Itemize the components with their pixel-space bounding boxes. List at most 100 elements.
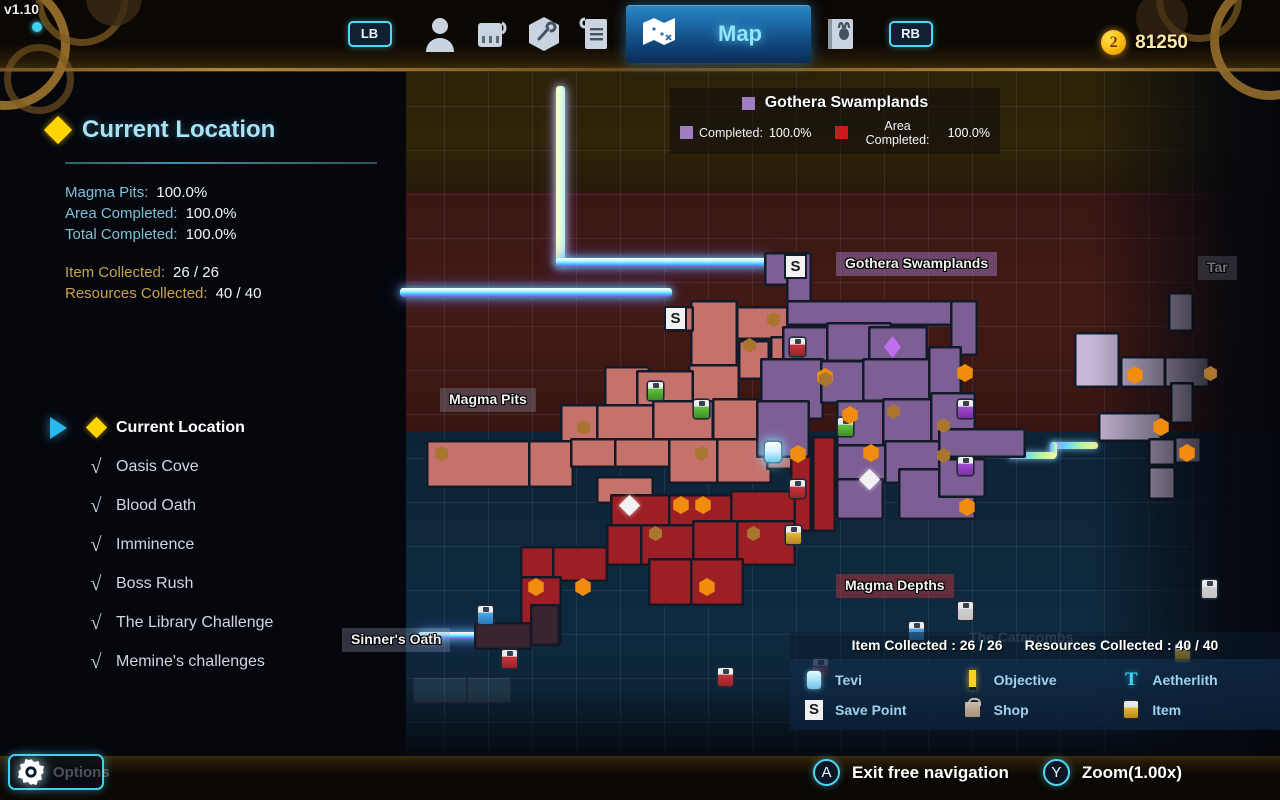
tab-bestiary[interactable] — [815, 8, 867, 60]
options-button[interactable]: Options — [8, 754, 110, 790]
map-room — [862, 358, 934, 402]
nav-item-label: Imminence — [116, 535, 195, 553]
map-item-icon — [694, 400, 709, 418]
map-icon — [640, 15, 678, 54]
legend-entry-item: Item — [1121, 699, 1280, 720]
tooltip-title-row: Gothera Swamplands — [680, 93, 990, 114]
map-item-icon — [786, 526, 801, 544]
objective-icon — [963, 669, 983, 690]
map-save-point-icon: S — [786, 256, 805, 277]
map-room — [668, 438, 722, 484]
legend-entry-shop: Shop — [963, 698, 1122, 720]
map-path-upper — [556, 258, 771, 267]
legend-entry-objective: Objective — [963, 669, 1122, 690]
map-room — [836, 478, 884, 520]
check-icon: √ — [90, 572, 102, 595]
options-label: Options — [53, 763, 110, 781]
stat-row: Resources Collected: 40 / 40 — [65, 285, 261, 302]
nav-item-label: The Library Challenge — [116, 613, 274, 631]
stat-value: 100.0% — [156, 184, 208, 201]
map-item-icon — [958, 457, 973, 475]
legend-label: Tevi — [835, 671, 862, 688]
nav-item-label: Blood Oath — [116, 496, 197, 514]
legend-label: Aetherlith — [1152, 671, 1218, 688]
coin-icon: 2 — [1101, 30, 1127, 55]
legend-item-count: Item Collected : 26 / 26 — [851, 637, 1003, 653]
stat-value: 26 / 26 — [173, 264, 219, 281]
map-room — [648, 558, 696, 606]
nav-item-memines-challenges[interactable]: √ Memine's challenges — [40, 642, 370, 681]
sidebar-header: Current Location — [43, 115, 276, 145]
y-button-icon: Y — [1042, 759, 1070, 786]
map-item-icon — [958, 400, 973, 418]
stat-label: Magma Pits: — [65, 184, 149, 201]
check-icon: √ — [90, 611, 102, 634]
map-room — [530, 604, 560, 646]
tab-equipment[interactable] — [466, 8, 518, 60]
nav-item-boss-rush[interactable]: √ Boss Rush — [40, 564, 370, 603]
tooltip-completed-label: Completed: — [699, 125, 763, 140]
quest-scroll-icon — [578, 16, 613, 52]
character-icon — [423, 16, 457, 52]
hint-label: Zoom(1.00x) — [1081, 763, 1182, 782]
a-button-icon: A — [813, 759, 841, 786]
tooltip-completed-value: 100.0% — [768, 125, 812, 140]
map-path-vertical — [556, 86, 565, 266]
stat-row: Magma Pits: 100.0% — [65, 184, 236, 201]
map-label-magma-depths: Magma Depths — [836, 574, 954, 598]
currency-amount: 81250 — [1135, 32, 1188, 53]
map-room — [690, 558, 744, 606]
tab-upgrades[interactable] — [518, 8, 570, 60]
tooltip-stat-rows: Completed: 100.0% Area Completed: 100.0% — [680, 119, 990, 147]
hint-exit-free-navigation[interactable]: A Exit free navigation — [813, 759, 1009, 786]
legend-label: Item — [1152, 701, 1182, 718]
collection-stats: Item Collected: 26 / 26 Resources Collec… — [65, 264, 261, 306]
currency-display: 2 81250 — [1101, 30, 1188, 55]
controller-hints: A Exit free navigation Y Zoom(1.00x) — [813, 759, 1182, 786]
tooltip-completed-row: Completed: 100.0% — [680, 119, 811, 147]
page-title: Current Location — [82, 116, 276, 143]
map-room — [938, 428, 1026, 458]
hint-zoom[interactable]: Y Zoom(1.00x) — [1042, 759, 1182, 786]
map-room — [812, 436, 836, 532]
wrench-icon — [527, 16, 561, 52]
hint-label: Exit free navigation — [852, 763, 1009, 782]
nav-item-label: Oasis Cove — [116, 457, 199, 475]
map-room — [614, 438, 674, 468]
tab-quests[interactable] — [570, 8, 622, 60]
map-item-icon — [790, 338, 805, 356]
tooltip-region-name: Gothera Swamplands — [764, 94, 929, 111]
map-item-icon — [790, 480, 805, 498]
tab-map[interactable]: Map — [625, 5, 811, 63]
nav-item-blood-oath[interactable]: √ Blood Oath — [40, 486, 370, 525]
location-nav-list: Current Location √ Oasis Cove √ Blood Oa… — [40, 408, 370, 681]
right-bumper-button[interactable]: RB — [888, 21, 933, 47]
check-icon: √ — [90, 650, 102, 673]
legend-label: Save Point — [835, 701, 907, 718]
map-item-icon — [958, 602, 973, 620]
tab-map-label: Map — [718, 21, 762, 46]
stat-value: 100.0% — [185, 226, 237, 243]
nav-item-the-library-challenge[interactable]: √ The Library Challenge — [40, 603, 370, 642]
equipment-icon — [475, 17, 509, 51]
map-room — [690, 300, 738, 370]
check-icon: √ — [90, 494, 102, 517]
map-item-icon — [648, 382, 663, 400]
gear-icon — [18, 759, 44, 785]
completion-stats: Magma Pits: 100.0% Area Completed: 100.0… — [65, 184, 236, 247]
nav-item-oasis-cove[interactable]: √ Oasis Cove — [40, 447, 370, 486]
legend-label: Objective — [993, 671, 1057, 688]
stat-row: Area Completed: 100.0% — [65, 205, 236, 222]
left-bumper-button[interactable]: LB — [347, 21, 392, 47]
nav-item-imminence[interactable]: √ Imminence — [40, 525, 370, 564]
check-icon: √ — [90, 455, 102, 478]
area-info-tooltip: Gothera Swamplands Completed: 100.0% Are… — [670, 88, 1000, 154]
tab-character[interactable] — [414, 8, 466, 60]
stat-value: 100.0% — [185, 205, 237, 222]
map-room — [528, 440, 574, 488]
region-color-swatch-icon — [741, 96, 755, 110]
yellow-diamond-icon — [76, 416, 116, 439]
map-label-gothera-swamplands: Gothera Swamplands — [836, 252, 998, 276]
nav-item-current-location[interactable]: Current Location — [40, 408, 370, 447]
save-point-icon: S — [804, 699, 824, 720]
